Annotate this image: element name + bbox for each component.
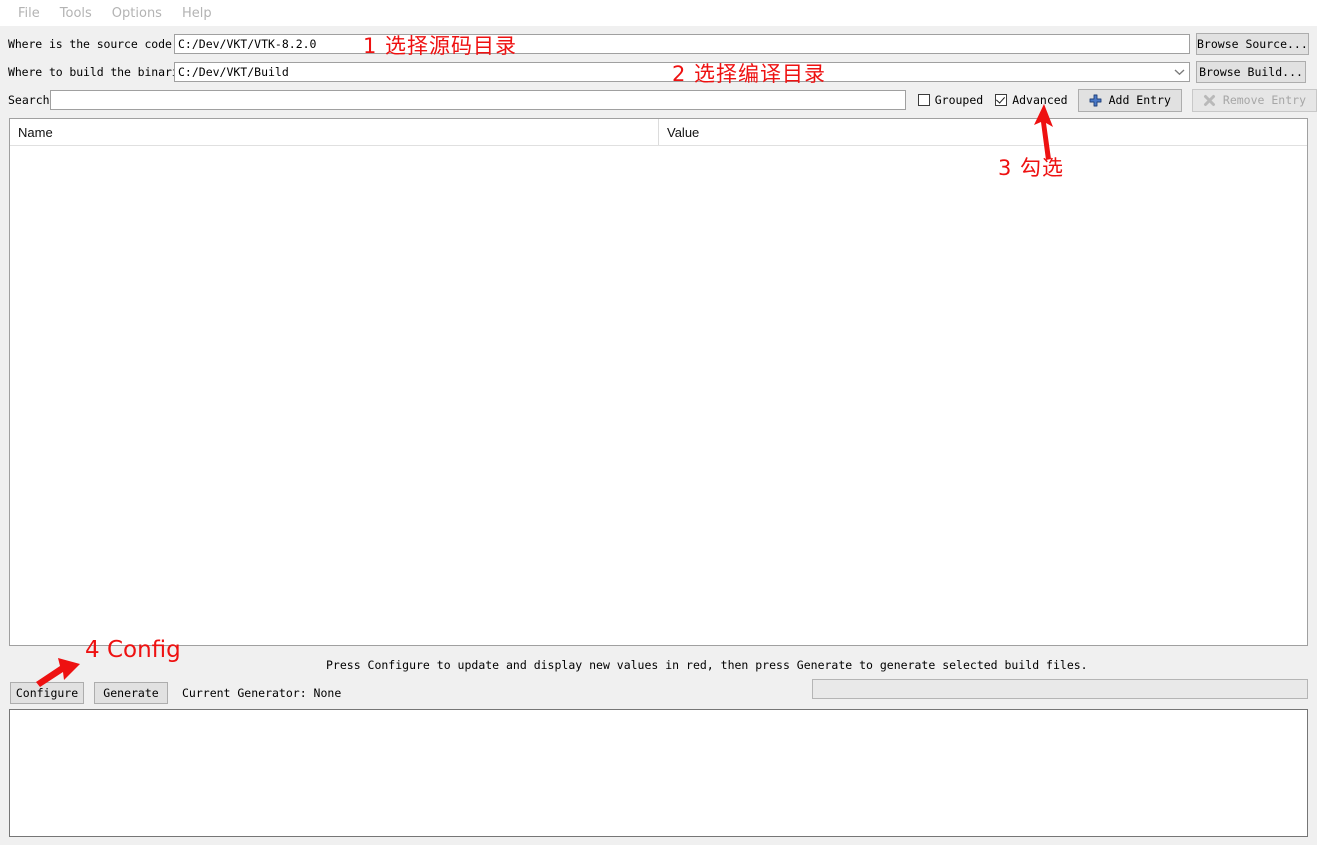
- current-generator-label: Current Generator: None: [182, 686, 342, 700]
- source-directory-value: C:/Dev/VKT/VTK-8.2.0: [178, 37, 317, 51]
- advanced-checkbox-label: Advanced: [1012, 93, 1068, 107]
- table-body[interactable]: [10, 146, 1307, 645]
- menu-item-help[interactable]: Help: [172, 4, 222, 23]
- cache-variables-table[interactable]: Name Value: [9, 118, 1308, 646]
- grouped-checkbox-label: Grouped: [934, 93, 984, 107]
- remove-icon: [1203, 93, 1217, 107]
- browse-build-button[interactable]: Browse Build...: [1196, 61, 1306, 83]
- grouped-checkbox[interactable]: Grouped: [917, 93, 984, 107]
- menu-bar: File Tools Options Help: [0, 0, 1317, 26]
- annotation-3-check: 3 勾选: [998, 156, 1065, 180]
- grouped-checkbox-box[interactable]: [917, 94, 930, 106]
- advanced-checkbox-box[interactable]: [995, 94, 1008, 106]
- generate-button[interactable]: Generate: [94, 682, 168, 704]
- annotation-4-config: 4 Config: [85, 637, 181, 663]
- advanced-checkbox[interactable]: Advanced: [995, 93, 1068, 107]
- browse-source-button[interactable]: Browse Source...: [1196, 33, 1309, 55]
- table-header-row: Name Value: [10, 119, 1307, 146]
- column-header-name[interactable]: Name: [10, 119, 658, 145]
- progress-bar: [812, 679, 1308, 699]
- source-directory-input[interactable]: C:/Dev/VKT/VTK-8.2.0: [174, 34, 1190, 54]
- add-entry-button[interactable]: Add Entry: [1077, 88, 1182, 112]
- configure-hint-text: Press Configure to update and display ne…: [326, 658, 1088, 672]
- search-label: Search:: [8, 93, 57, 107]
- build-directory-label: Where to build the binaries:: [8, 65, 200, 79]
- chevron-down-icon[interactable]: [1173, 66, 1185, 78]
- cmake-main-window: Where is the source code: C:/Dev/VKT/VTK…: [0, 26, 1317, 845]
- build-directory-row: Where to build the binaries: C:/Dev/VKT/…: [0, 58, 1317, 86]
- source-directory-row: Where is the source code: C:/Dev/VKT/VTK…: [0, 30, 1317, 58]
- add-entry-label: Add Entry: [1108, 93, 1171, 107]
- output-log-panel[interactable]: [9, 709, 1308, 837]
- source-directory-label: Where is the source code:: [8, 37, 179, 51]
- remove-entry-label: Remove Entry: [1222, 93, 1306, 107]
- remove-entry-button[interactable]: Remove Entry: [1191, 88, 1317, 112]
- annotation-2-build-dir: 2 选择编译目录: [672, 62, 827, 86]
- menu-item-file[interactable]: File: [8, 4, 50, 23]
- menu-item-tools[interactable]: Tools: [50, 4, 102, 23]
- menu-item-options[interactable]: Options: [102, 4, 172, 23]
- configure-button[interactable]: Configure: [10, 682, 84, 704]
- search-toolbar-row: Search: Grouped Advanced Add Entry Remov…: [0, 86, 1317, 114]
- annotation-1-source-dir: 1 选择源码目录: [363, 34, 518, 58]
- column-header-value[interactable]: Value: [658, 119, 1307, 145]
- search-input[interactable]: [50, 90, 906, 110]
- build-directory-value: C:/Dev/VKT/Build: [178, 65, 289, 79]
- plus-icon: [1089, 93, 1103, 107]
